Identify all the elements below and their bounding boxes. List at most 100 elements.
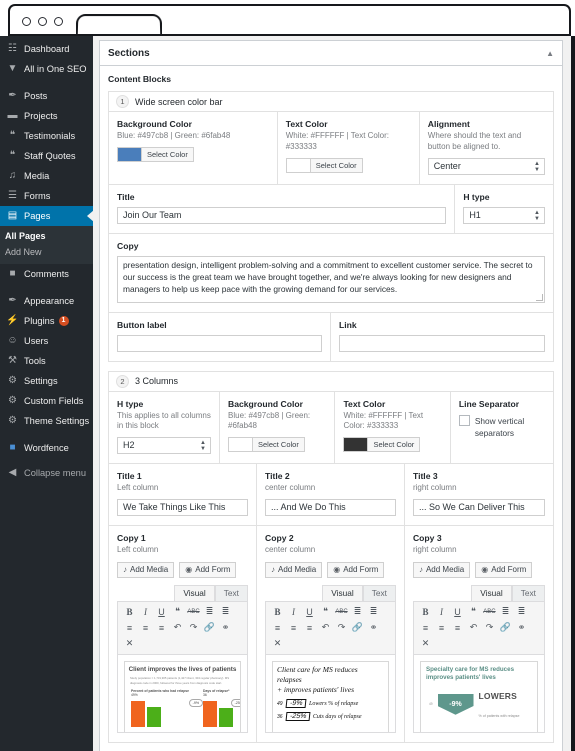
tab-visual[interactable]: Visual bbox=[174, 584, 215, 601]
redo-icon[interactable]: ↷ bbox=[482, 621, 497, 635]
copy-2-editor-body[interactable]: Client care for MS reduces relapses + im… bbox=[264, 654, 396, 733]
sidebar-item-posts[interactable]: ✒ Posts bbox=[0, 86, 93, 106]
blockquote-icon[interactable]: ❝ bbox=[170, 605, 185, 619]
show-vertical-separators-row[interactable]: Show vertical separators bbox=[458, 414, 545, 440]
undo-icon[interactable]: ↶ bbox=[466, 621, 481, 635]
maximize-window-dot[interactable] bbox=[54, 17, 63, 26]
tab-visual[interactable]: Visual bbox=[471, 584, 512, 601]
tab-text[interactable]: Text bbox=[362, 584, 396, 601]
copy-1-editor-body[interactable]: Client improves the lives of patients St… bbox=[117, 654, 248, 733]
sidebar-item-all-in-one-seo[interactable]: ▼ All in One SEO bbox=[0, 59, 93, 79]
add-media-button[interactable]: ♪ Add Media bbox=[412, 561, 471, 578]
content-block-2-header[interactable]: 2 3 Columns bbox=[109, 371, 553, 392]
strikethrough-icon[interactable]: ABC bbox=[334, 605, 349, 619]
content-block-1-header[interactable]: 1 Wide screen color bar bbox=[109, 92, 553, 112]
align-center-icon[interactable]: ≡ bbox=[286, 621, 301, 635]
link-icon[interactable]: 🔗 bbox=[350, 621, 365, 635]
tab-text[interactable]: Text bbox=[214, 584, 248, 601]
tab-visual[interactable]: Visual bbox=[322, 584, 363, 601]
fullscreen-icon[interactable]: ✕ bbox=[418, 637, 433, 651]
submenu-item-add-new[interactable]: Add New bbox=[0, 244, 93, 260]
bold-icon[interactable]: B bbox=[418, 605, 433, 619]
select-color-button[interactable]: Select Color bbox=[367, 437, 421, 453]
sidebar-item-projects[interactable]: ▬ Projects bbox=[0, 106, 93, 126]
align-right-icon[interactable]: ≡ bbox=[154, 621, 169, 635]
link-input[interactable] bbox=[339, 334, 545, 352]
sidebar-item-comments[interactable]: ■ Comments bbox=[0, 264, 93, 284]
text-color-picker[interactable]: Select Color bbox=[343, 437, 441, 453]
unlink-icon[interactable]: ⚭ bbox=[514, 621, 529, 635]
alignment-select[interactable]: Center ▲ ▼ bbox=[427, 157, 545, 175]
sidebar-item-tools[interactable]: ⚒ Tools bbox=[0, 351, 93, 371]
tab-text[interactable]: Text bbox=[511, 584, 545, 601]
minimize-window-dot[interactable] bbox=[38, 17, 47, 26]
underline-icon[interactable]: U bbox=[450, 605, 465, 619]
color-swatch[interactable] bbox=[228, 437, 252, 453]
italic-icon[interactable]: I bbox=[434, 605, 449, 619]
bold-icon[interactable]: B bbox=[122, 605, 137, 619]
undo-icon[interactable]: ↶ bbox=[318, 621, 333, 635]
sidebar-item-media[interactable]: ♫ Media bbox=[0, 166, 93, 186]
color-swatch[interactable] bbox=[117, 146, 141, 162]
add-form-button[interactable]: ◉ Add Form bbox=[327, 561, 385, 578]
color-swatch[interactable] bbox=[343, 437, 368, 453]
fullscreen-icon[interactable]: ✕ bbox=[270, 637, 285, 651]
color-swatch[interactable] bbox=[285, 157, 310, 173]
title-2-input[interactable]: ... And We Do This bbox=[264, 498, 396, 516]
redo-icon[interactable]: ↷ bbox=[334, 621, 349, 635]
collapse-arrow-icon[interactable]: ▲ bbox=[546, 49, 554, 58]
link-icon[interactable]: 🔗 bbox=[498, 621, 513, 635]
sidebar-item-testimonials[interactable]: ❝ Testimonials bbox=[0, 126, 93, 146]
fullscreen-icon[interactable]: ✕ bbox=[122, 637, 137, 651]
sidebar-item-users[interactable]: ☺ Users bbox=[0, 331, 93, 351]
sidebar-item-wordfence[interactable]: ■ Wordfence bbox=[0, 438, 93, 458]
select-color-button[interactable]: Select Color bbox=[252, 437, 305, 453]
bullet-list-icon[interactable]: ≣ bbox=[498, 605, 513, 619]
underline-icon[interactable]: U bbox=[154, 605, 169, 619]
numbered-list-icon[interactable]: ≣ bbox=[366, 605, 381, 619]
title-1-input[interactable]: We Take Things Like This bbox=[117, 498, 248, 516]
numbered-list-icon[interactable]: ≣ bbox=[218, 605, 233, 619]
show-separators-checkbox[interactable] bbox=[458, 414, 470, 426]
add-media-button[interactable]: ♪ Add Media bbox=[117, 561, 175, 578]
redo-icon[interactable]: ↷ bbox=[186, 621, 201, 635]
add-form-button[interactable]: ◉ Add Form bbox=[179, 561, 237, 578]
sidebar-item-appearance[interactable]: ✒ Appearance bbox=[0, 291, 93, 311]
unlink-icon[interactable]: ⚭ bbox=[218, 621, 233, 635]
undo-icon[interactable]: ↶ bbox=[170, 621, 185, 635]
button-label-input[interactable] bbox=[117, 334, 322, 352]
align-right-icon[interactable]: ≡ bbox=[302, 621, 317, 635]
browser-tab[interactable] bbox=[75, 14, 163, 36]
sections-metabox-header[interactable]: Sections ▲ bbox=[100, 41, 562, 66]
h-type-select[interactable]: H2 ▲ ▼ bbox=[117, 437, 211, 455]
sidebar-item-theme-settings[interactable]: ⚙ Theme Settings bbox=[0, 411, 93, 431]
link-icon[interactable]: 🔗 bbox=[202, 621, 217, 635]
numbered-list-icon[interactable]: ≣ bbox=[514, 605, 529, 619]
strikethrough-icon[interactable]: ABC bbox=[186, 605, 201, 619]
window-controls[interactable] bbox=[22, 17, 63, 26]
h-type-select[interactable]: H1 ▲ ▼ bbox=[463, 206, 545, 224]
add-form-button[interactable]: ◉ Add Form bbox=[475, 561, 533, 578]
align-right-icon[interactable]: ≡ bbox=[450, 621, 465, 635]
sidebar-item-staff-quotes[interactable]: ❝ Staff Quotes bbox=[0, 146, 93, 166]
copy-3-editor-body[interactable]: Specialty care for MS reduces improves p… bbox=[412, 654, 545, 733]
italic-icon[interactable]: I bbox=[138, 605, 153, 619]
sidebar-item-pages[interactable]: ▤ Pages bbox=[0, 206, 94, 226]
select-color-button[interactable]: Select Color bbox=[309, 157, 363, 173]
select-color-button[interactable]: Select Color bbox=[141, 146, 194, 162]
sidebar-item-forms[interactable]: ☰ Forms bbox=[0, 186, 93, 206]
align-left-icon[interactable]: ≡ bbox=[418, 621, 433, 635]
title-input[interactable]: Join Our Team bbox=[117, 206, 447, 224]
align-center-icon[interactable]: ≡ bbox=[434, 621, 449, 635]
blockquote-icon[interactable]: ❝ bbox=[318, 605, 333, 619]
title-3-input[interactable]: ... So We Can Deliver This bbox=[412, 498, 545, 516]
resize-handle-icon[interactable] bbox=[536, 293, 543, 301]
align-left-icon[interactable]: ≡ bbox=[122, 621, 137, 635]
sidebar-item-settings[interactable]: ⚙ Settings bbox=[0, 371, 93, 391]
bold-icon[interactable]: B bbox=[270, 605, 285, 619]
background-color-picker[interactable]: Select Color bbox=[228, 437, 326, 453]
submenu-item-all-pages[interactable]: All Pages bbox=[0, 228, 93, 244]
copy-textarea[interactable]: presentation design, intelligent problem… bbox=[117, 255, 545, 303]
align-left-icon[interactable]: ≡ bbox=[270, 621, 285, 635]
background-color-picker[interactable]: Select Color bbox=[117, 146, 269, 162]
